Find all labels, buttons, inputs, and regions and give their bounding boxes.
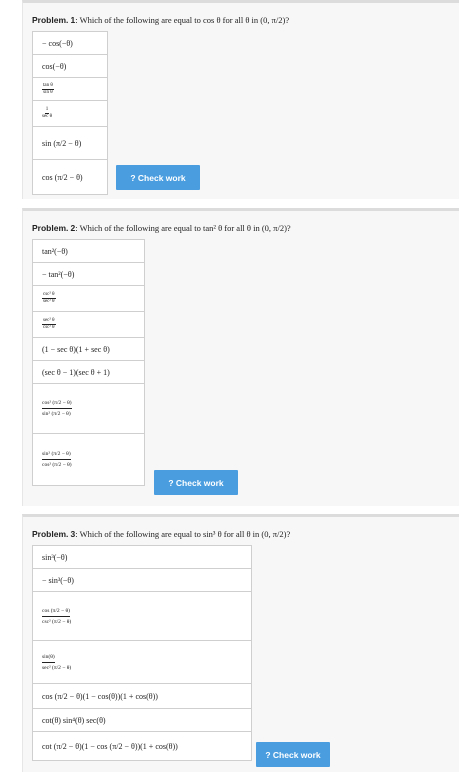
choice[interactable]: 1 sec θ bbox=[32, 100, 108, 127]
fraction-denominator: csc² θ bbox=[43, 325, 55, 330]
choice-fraction: 1 sec θ bbox=[42, 107, 52, 120]
choice-text: − sin³(−θ) bbox=[42, 575, 74, 585]
fraction-denominator: sec² θ bbox=[43, 299, 55, 304]
choice-text: (sec θ − 1)(sec θ + 1) bbox=[42, 367, 110, 377]
fraction-denominator: sec θ bbox=[42, 114, 53, 119]
fraction-denominator: sec² (π/2 − θ) bbox=[42, 664, 72, 671]
choice[interactable]: sin³(−θ) bbox=[32, 545, 252, 569]
choice-fraction: cos (π/2 − θ) csc² (π/2 − θ) bbox=[42, 608, 71, 625]
check-work-button[interactable]: ? Check work bbox=[256, 742, 330, 767]
fraction-numerator: tan θ bbox=[42, 82, 54, 90]
fraction-numerator: cos² (π/2 − θ) bbox=[42, 400, 72, 409]
choice-list: sin³(−θ) − sin³(−θ) cos (π/2 − θ) csc² (… bbox=[32, 545, 252, 761]
fraction-numerator: sin² (π/2 − θ) bbox=[42, 451, 71, 460]
problem-label: Problem. bbox=[32, 15, 69, 25]
choice[interactable]: cos (π/2 − θ) bbox=[32, 159, 108, 195]
choice[interactable]: − cos(−θ) bbox=[32, 31, 108, 55]
choice[interactable]: − sin³(−θ) bbox=[32, 568, 252, 592]
choice-fraction: sec² θ csc² θ bbox=[42, 318, 56, 331]
check-work-button[interactable]: ? Check work bbox=[116, 165, 200, 190]
fraction-numerator: csc² θ bbox=[42, 292, 56, 299]
choice-fraction: sin(θ) sec² (π/2 − θ) bbox=[42, 654, 71, 671]
choice[interactable]: sec² θ csc² θ bbox=[32, 311, 145, 338]
fraction-denominator: sin² (π/2 − θ) bbox=[42, 411, 71, 417]
choice[interactable]: cos(−θ) bbox=[32, 54, 108, 78]
choice-fraction: cos² (π/2 − θ) sin² (π/2 − θ) bbox=[42, 400, 72, 417]
choice-fraction: tan θ sin θ bbox=[42, 83, 54, 96]
choice[interactable]: tan²(−θ) bbox=[32, 239, 145, 263]
choice[interactable]: cos (π/2 − θ)(1 − cos(θ))(1 + cos(θ)) bbox=[32, 683, 252, 709]
problem-1: Problem. 1 : Which of the following are e… bbox=[22, 0, 459, 199]
choice[interactable]: csc² θ sec² θ bbox=[32, 285, 145, 312]
fraction-denominator: csc² (π/2 − θ) bbox=[42, 618, 72, 625]
problem-2: Problem. 2: Which of the following are e… bbox=[22, 208, 459, 506]
problem-label: Problem. bbox=[32, 223, 69, 233]
fraction-numerator: cos (π/2 − θ) bbox=[42, 608, 70, 617]
choice-text: − cos(−θ) bbox=[42, 38, 73, 48]
choice[interactable]: sin² (π/2 − θ) cos² (π/2 − θ) bbox=[32, 433, 145, 486]
choice-text: − tan²(−θ) bbox=[42, 269, 75, 279]
choice[interactable]: tan θ sin θ bbox=[32, 77, 108, 101]
choice[interactable]: cos (π/2 − θ) csc² (π/2 − θ) bbox=[32, 591, 252, 641]
choice[interactable]: cot (π/2 − θ)(1 − cos (π/2 − θ))(1 + cos… bbox=[32, 731, 252, 761]
choice-text: cos (π/2 − θ)(1 − cos(θ))(1 + cos(θ)) bbox=[42, 691, 158, 701]
problem-question: : Which of the following are equal to ta… bbox=[75, 223, 291, 233]
fraction-denominator: cos² (π/2 − θ) bbox=[42, 462, 72, 468]
choice[interactable]: (1 − sec θ)(1 + sec θ) bbox=[32, 337, 145, 361]
problem-title: Problem. 3: Which of the following are e… bbox=[32, 529, 290, 539]
fraction-numerator: sin(θ) bbox=[42, 654, 55, 663]
problem-title: Problem. 2: Which of the following are e… bbox=[32, 223, 291, 233]
fraction-numerator: sec² θ bbox=[42, 318, 56, 325]
choice-list: tan²(−θ) − tan²(−θ) csc² θ sec² θ sec² θ… bbox=[32, 239, 145, 486]
fraction-denominator: sin θ bbox=[43, 89, 53, 95]
choice[interactable]: sin (π/2 − θ) bbox=[32, 126, 108, 160]
fraction-numerator: 1 bbox=[44, 107, 50, 114]
choice-text: (1 − sec θ)(1 + sec θ) bbox=[42, 344, 110, 354]
choice[interactable]: − tan²(−θ) bbox=[32, 262, 145, 286]
problem-3: Problem. 3: Which of the following are e… bbox=[22, 514, 459, 772]
choice-text: cos (π/2 − θ) bbox=[42, 172, 83, 182]
problem-question: : Which of the following are equal to si… bbox=[75, 529, 291, 539]
choice[interactable]: sin(θ) sec² (π/2 − θ) bbox=[32, 640, 252, 684]
choice-fraction: csc² θ sec² θ bbox=[42, 292, 56, 305]
choice-fraction: sin² (π/2 − θ) cos² (π/2 − θ) bbox=[42, 451, 72, 468]
choice[interactable]: cos² (π/2 − θ) sin² (π/2 − θ) bbox=[32, 383, 145, 434]
choice[interactable]: (sec θ − 1)(sec θ + 1) bbox=[32, 360, 145, 384]
choice-list: − cos(−θ) cos(−θ) tan θ sin θ 1 sec θ si… bbox=[32, 31, 108, 195]
choice-text: cot (π/2 − θ)(1 − cos (π/2 − θ))(1 + cos… bbox=[42, 741, 178, 751]
choice-text: cos(−θ) bbox=[42, 61, 67, 71]
problem-question: : Which of the following are equal to co… bbox=[75, 15, 290, 25]
choice[interactable]: cot(θ) sin⁴(θ) sec(θ) bbox=[32, 708, 252, 732]
choice-text: sin (π/2 − θ) bbox=[42, 138, 82, 148]
choice-text: cot(θ) sin⁴(θ) sec(θ) bbox=[42, 715, 106, 725]
check-work-button[interactable]: ? Check work bbox=[154, 470, 238, 495]
choice-text: tan²(−θ) bbox=[42, 246, 68, 256]
problem-label: Problem. bbox=[32, 529, 69, 539]
choice-text: sin³(−θ) bbox=[42, 552, 68, 562]
problem-title: Problem. 1: Which of the following are e… bbox=[32, 15, 289, 25]
